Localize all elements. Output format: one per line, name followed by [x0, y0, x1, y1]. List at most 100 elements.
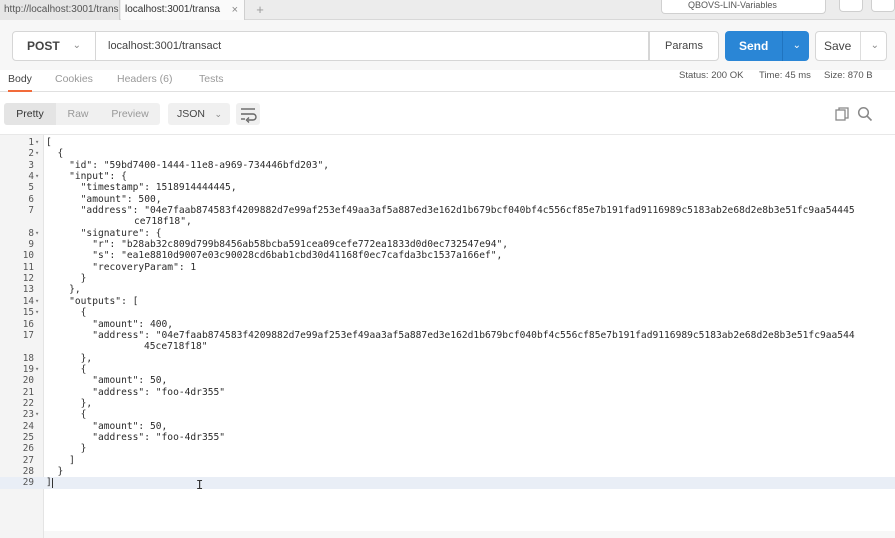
send-divider	[782, 31, 783, 61]
tab-body[interactable]: Body	[8, 70, 32, 92]
eye-icon[interactable]	[839, 0, 863, 12]
fold-arrow-icon[interactable]: ▾	[35, 296, 43, 307]
new-tab-button[interactable]: +	[252, 0, 268, 20]
line-number: 22	[22, 397, 34, 409]
code-line: 26 }	[0, 443, 895, 454]
fold-arrow-icon[interactable]: ▾	[35, 409, 43, 420]
browser-tab-1[interactable]: http://localhost:3001/transa	[0, 0, 120, 20]
code-text: "amount": 500,	[46, 193, 162, 205]
environment-select[interactable]: QBOVS-LIN-Variables	[661, 0, 826, 14]
code-line: 7 "address": "04e7faab874583f4209882d7e9…	[0, 205, 895, 216]
code-text: "outputs": [	[46, 295, 139, 307]
preview-button[interactable]: Preview	[100, 103, 160, 125]
line-number: 16	[22, 318, 34, 330]
browser-tab-label: http://localhost:3001/transa	[4, 4, 120, 15]
save-label: Save	[824, 39, 852, 53]
code-line: 2 ▾ {	[0, 148, 895, 159]
raw-button[interactable]: Raw	[56, 103, 100, 125]
browser-tab-strip: http://localhost:3001/transa localhost:3…	[0, 0, 895, 20]
code-line: 28 }	[0, 466, 895, 477]
chevron-down-icon: ⌄	[72, 40, 81, 51]
chevron-down-icon: ⌄	[214, 109, 222, 119]
code-line: 1 ▾[	[0, 137, 895, 148]
mouse-cursor-icon: I	[196, 478, 204, 492]
code-line: 45ce718f18"	[0, 341, 895, 352]
params-button[interactable]: Params	[649, 31, 719, 61]
line-number: 7	[28, 205, 34, 217]
code-line: 9 "r": "b28ab32c809d799b8456ab58bcba591c…	[0, 239, 895, 250]
tab-cookies[interactable]: Cookies	[55, 70, 93, 92]
code-text: }	[46, 465, 64, 477]
code-text: "recoveryParam": 1	[46, 261, 197, 273]
method-label: POST	[27, 39, 60, 53]
fold-arrow-icon[interactable]: ▾	[35, 137, 43, 148]
code-text: "amount": 400,	[46, 318, 174, 330]
pretty-button[interactable]: Pretty	[4, 103, 56, 125]
response-body-editor[interactable]: 1 ▾[2 ▾ {3 "id": "59bd7400-1444-11e8-a969-…	[0, 134, 895, 538]
line-number: 21	[22, 386, 34, 398]
line-number: 20	[22, 375, 34, 387]
chevron-down-icon[interactable]: ⌄	[871, 32, 879, 60]
close-tab-icon[interactable]: ×	[232, 0, 238, 20]
fold-arrow-icon[interactable]: ▾	[35, 307, 43, 318]
code-text: "input": {	[46, 171, 127, 183]
code-line: 20 "amount": 50,	[0, 375, 895, 386]
tab-tests[interactable]: Tests	[199, 70, 224, 92]
line-number: 23	[22, 409, 34, 421]
method-select[interactable]: POST ⌄	[12, 31, 96, 61]
code-text: "address": "04e7faab874583f4209882d7e99a…	[46, 329, 855, 341]
request-bar: POST ⌄ localhost:3001/transact Params Se…	[0, 20, 895, 70]
code-line: 12 }	[0, 273, 895, 284]
line-number: 17	[22, 329, 34, 341]
code-text: ]	[46, 477, 52, 489]
code-text: {	[46, 409, 87, 421]
response-time: Time: 45 ms	[759, 70, 811, 81]
code-text: {	[46, 148, 64, 160]
code-line: 14 ▾ "outputs": [	[0, 296, 895, 307]
line-number: 18	[22, 352, 34, 364]
line-number: 24	[22, 420, 34, 432]
fold-arrow-icon[interactable]: ▾	[35, 228, 43, 239]
wrap-lines-button[interactable]	[236, 103, 260, 125]
code-text: "r": "b28ab32c809d799b8456ab58bcba591cea…	[46, 239, 509, 251]
code-text: "amount": 50,	[46, 375, 168, 387]
gear-icon[interactable]	[871, 0, 895, 12]
code-line: 15 ▾ {	[0, 307, 895, 318]
code-line: 25 "address": "foo-4dr355"	[0, 432, 895, 443]
fold-arrow-icon[interactable]: ▾	[35, 171, 43, 182]
url-input[interactable]: localhost:3001/transact	[96, 31, 649, 61]
line-number: 4	[28, 171, 34, 183]
code-line: 5 "timestamp": 1518914444445,	[0, 182, 895, 193]
code-line: 3 "id": "59bd7400-1444-11e8-a969-734446b…	[0, 160, 895, 171]
fold-arrow-icon[interactable]: ▾	[35, 148, 43, 159]
fold-arrow-icon[interactable]: ▾	[35, 364, 43, 375]
send-button[interactable]: Send ⌄	[725, 31, 809, 61]
line-number: 26	[22, 443, 34, 455]
code-line: 17 "address": "04e7faab874583f4209882d7e…	[0, 330, 895, 341]
copy-icon[interactable]	[834, 106, 850, 122]
browser-tab-2[interactable]: localhost:3001/transa ×	[121, 0, 245, 20]
code-line: 6 "amount": 500,	[0, 194, 895, 205]
code-text: ]	[46, 454, 75, 466]
tab-headers[interactable]: Headers (6)	[117, 70, 172, 92]
wrap-lines-icon	[241, 108, 257, 123]
format-select[interactable]: JSON ⌄	[168, 103, 230, 125]
save-button[interactable]: Save ⌄	[815, 31, 887, 61]
code-line: 22 },	[0, 398, 895, 409]
chevron-down-icon[interactable]: ⌄	[793, 31, 801, 61]
code-text: 45ce718f18"	[144, 341, 208, 353]
code-text: ce718f18",	[134, 216, 192, 228]
code-line: 16 "amount": 400,	[0, 319, 895, 330]
code-line: 21 "address": "foo-4dr355"	[0, 387, 895, 398]
line-number: 27	[22, 454, 34, 466]
code-line: 19 ▾ {	[0, 364, 895, 375]
response-size: Size: 870 B	[824, 70, 873, 81]
code-text: },	[46, 284, 81, 296]
code-line: 4 ▾ "input": {	[0, 171, 895, 182]
status-code: Status: 200 OK	[679, 70, 744, 81]
search-icon[interactable]	[857, 106, 873, 122]
code-line: 18 },	[0, 353, 895, 364]
text-caret	[52, 478, 53, 489]
line-number: 2	[28, 148, 34, 160]
code-line: 23 ▾ {	[0, 409, 895, 420]
